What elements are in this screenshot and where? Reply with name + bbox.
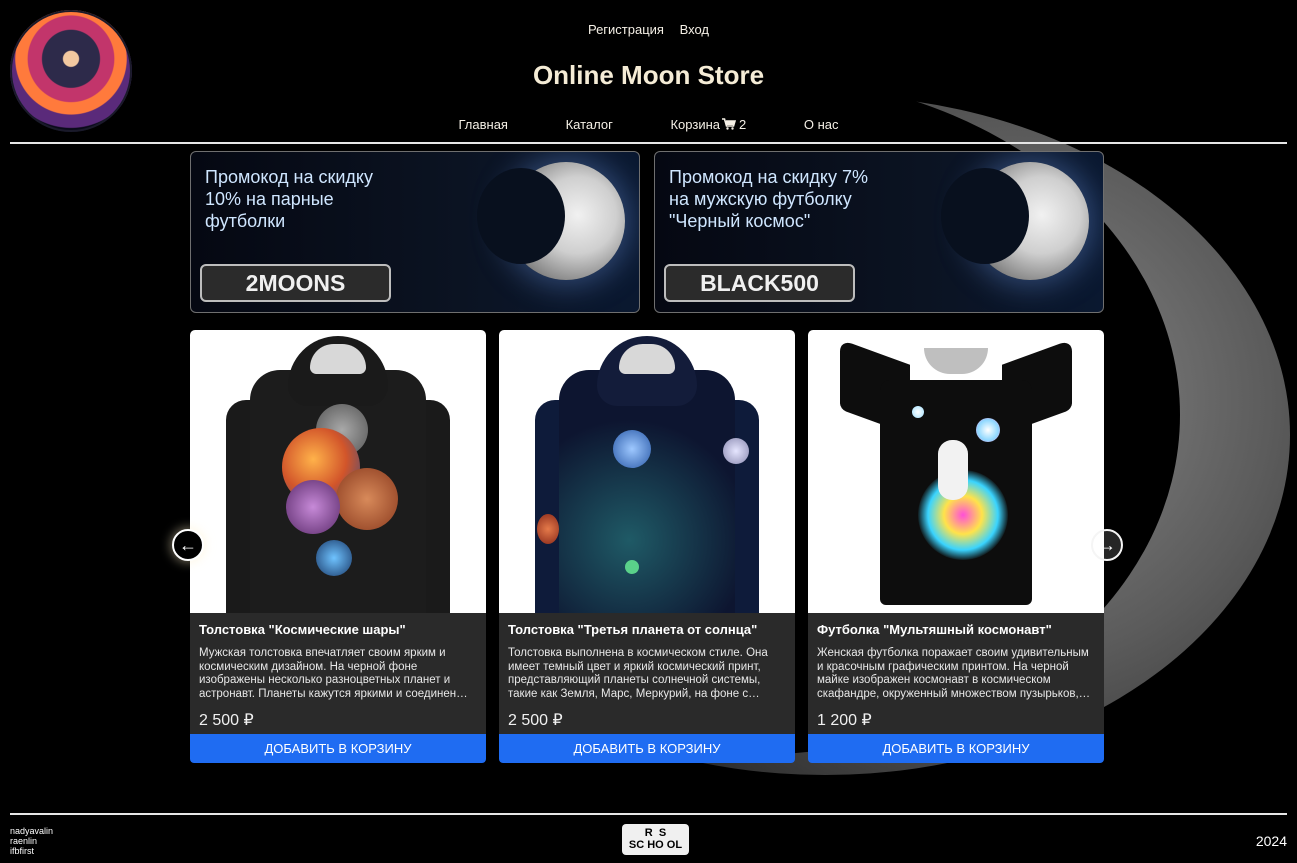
author-link[interactable]: nadyavalin — [10, 826, 53, 836]
carousel-prev-button[interactable]: ← — [172, 529, 204, 561]
planet-print — [723, 438, 749, 464]
product-card[interactable]: Толстовка "Третья планета от солнца" Тол… — [499, 330, 795, 763]
author-link[interactable]: raenlin — [10, 836, 53, 846]
bubble-print — [912, 406, 924, 418]
product-price: 1 200 ₽ — [817, 712, 872, 729]
register-link[interactable]: Регистрация — [588, 22, 664, 37]
bubble-print — [976, 418, 1000, 442]
auth-links: Регистрация Вход — [0, 22, 1297, 37]
login-link[interactable]: Вход — [680, 22, 709, 37]
footer-year: 2024 — [1255, 833, 1287, 849]
product-title: Толстовка "Космические шары" — [199, 622, 406, 637]
product-description: Толстовка выполнена в космическом стиле.… — [508, 647, 768, 700]
mars-print — [537, 514, 559, 544]
product-description: Мужская толстовка впечатляет своим ярким… — [199, 647, 468, 700]
rs-school-logo[interactable]: R S SC HO OL — [622, 824, 689, 855]
main-nav: Главная Каталог Корзина 2 О нас — [0, 117, 1297, 132]
arrow-right-icon: → — [1098, 534, 1116, 555]
promo-text: Промокод на скидку 10% на парные футболк… — [205, 167, 374, 231]
nav-cart[interactable]: Корзина 2 — [670, 117, 746, 132]
promo-card: Промокод на скидку 10% на парные футболк… — [190, 151, 640, 313]
product-title: Толстовка "Третья планета от солнца" — [508, 622, 758, 637]
promo-banners: Промокод на скидку 10% на парные футболк… — [190, 151, 1104, 313]
hoodie-body — [559, 370, 735, 613]
add-to-cart-button[interactable]: ДОБАВИТЬ В КОРЗИНУ — [190, 734, 486, 763]
promo-code[interactable]: BLACK500 — [664, 264, 855, 302]
astronaut-print — [316, 540, 352, 576]
add-to-cart-button[interactable]: ДОБАВИТЬ В КОРЗИНУ — [808, 734, 1104, 763]
moon-image — [477, 162, 625, 280]
product-image[interactable] — [808, 330, 1104, 613]
product-price: 2 500 ₽ — [199, 712, 254, 729]
earth-print — [613, 430, 651, 468]
product-info: Толстовка "Космические шары" Мужская тол… — [190, 613, 486, 734]
moon-image — [941, 162, 1089, 280]
planet-print — [625, 560, 639, 574]
planet-print — [286, 480, 340, 534]
planet-print — [336, 468, 398, 530]
product-image[interactable] — [499, 330, 795, 613]
author-links: nadyavalin raenlin ifbfirst — [10, 826, 53, 856]
product-description: Женская футболка поражает своим удивител… — [817, 647, 1091, 700]
product-card[interactable]: Футболка "Мультяшный космонавт" Женская … — [808, 330, 1104, 763]
site-title: Online Moon Store — [532, 60, 765, 90]
product-carousel: Толстовка "Космические шары" Мужская тол… — [190, 330, 1104, 763]
site-footer: nadyavalin raenlin ifbfirst R S SC HO OL … — [0, 813, 1297, 863]
nav-about[interactable]: О нас — [804, 117, 839, 132]
site-header: Регистрация Вход Online Moon Store Главн… — [0, 0, 1297, 144]
product-price: 2 500 ₽ — [508, 712, 563, 729]
nav-home[interactable]: Главная — [458, 117, 507, 132]
product-info: Футболка "Мультяшный космонавт" Женская … — [808, 613, 1104, 734]
promo-code[interactable]: 2MOONS — [200, 264, 391, 302]
add-to-cart-button[interactable]: ДОБАВИТЬ В КОРЗИНУ — [499, 734, 795, 763]
cart-icon — [722, 118, 737, 130]
product-image[interactable] — [190, 330, 486, 613]
promo-card: Промокод на скидку 7% на мужскую футболк… — [654, 151, 1104, 313]
header-divider — [10, 142, 1287, 144]
tshirt-collar — [924, 348, 988, 374]
product-title: Футболка "Мультяшный космонавт" — [817, 622, 1052, 637]
astronaut-print — [938, 440, 968, 500]
product-card[interactable]: Толстовка "Космические шары" Мужская тол… — [190, 330, 486, 763]
nav-catalog[interactable]: Каталог — [566, 117, 613, 132]
product-info: Толстовка "Третья планета от солнца" Тол… — [499, 613, 795, 734]
cart-count: 2 — [739, 117, 747, 132]
footer-divider — [10, 813, 1287, 815]
nav-cart-label: Корзина — [670, 117, 721, 132]
arrow-left-icon: ← — [179, 534, 197, 555]
carousel-next-button[interactable]: → — [1091, 529, 1123, 561]
promo-text: Промокод на скидку 7% на мужскую футболк… — [669, 167, 869, 231]
author-link[interactable]: ifbfirst — [10, 846, 53, 856]
